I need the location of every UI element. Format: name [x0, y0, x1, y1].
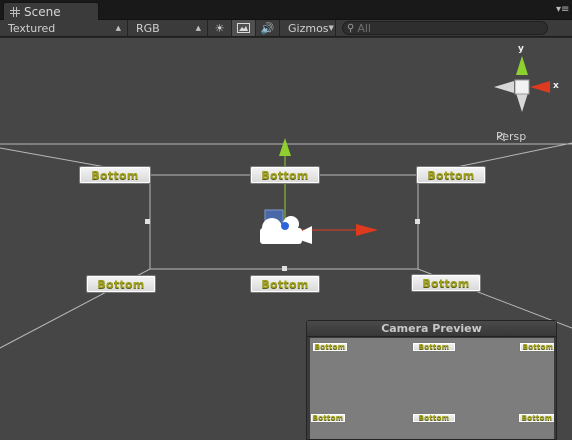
perspective-label[interactable]: Persp — [496, 130, 526, 143]
preview-bottom-label: Bottom — [519, 342, 554, 352]
y-axis-label: y — [518, 44, 524, 54]
search-input[interactable]: ⚲ All — [342, 21, 548, 35]
bottom-label[interactable]: Bottom — [416, 166, 486, 184]
render-mode-value: Textured — [8, 21, 56, 35]
tab-label: Scene — [24, 5, 61, 19]
scene-lighting-button[interactable]: ☀ — [208, 20, 232, 36]
bottom-label[interactable]: Bottom — [86, 275, 156, 293]
updown-arrows-icon: ▲ — [115, 24, 121, 32]
search-placeholder: All — [357, 21, 371, 35]
camera-preview-title: Camera Preview — [307, 321, 556, 337]
camera-icon[interactable] — [260, 216, 312, 244]
transform-gizmo[interactable] — [264, 138, 378, 236]
grid-icon — [10, 7, 20, 17]
tab-scene[interactable]: Scene — [3, 2, 99, 21]
bottom-label[interactable]: Bottom — [250, 275, 320, 293]
color-mode-dropdown[interactable]: RGB ▲ — [128, 20, 208, 36]
chevron-down-icon: ▼ — [328, 24, 334, 32]
bottom-label[interactable]: Bottom — [411, 274, 481, 292]
sun-icon: ☀ — [214, 21, 225, 35]
x-axis-label: x — [553, 81, 559, 91]
scene-toolbar: Textured ▲ RGB ▲ ☀ 🔊 Gizmos ▼ ⚲ All — [0, 20, 572, 37]
gizmos-label: Gizmos — [288, 21, 329, 35]
scene-viewport[interactable]: y x Persp Bottom Bottom Bottom Bottom Bo… — [0, 38, 572, 440]
scene-image-button[interactable] — [232, 20, 256, 36]
preview-bottom-label: Bottom — [310, 413, 346, 423]
updown-arrows-icon: ▲ — [195, 24, 201, 32]
preview-bottom-label: Bottom — [412, 413, 456, 423]
preview-bottom-label: Bottom — [518, 413, 554, 423]
render-mode-dropdown[interactable]: Textured ▲ — [0, 20, 128, 36]
bottom-label[interactable]: Bottom — [250, 166, 320, 184]
image-icon — [237, 23, 250, 33]
bottom-label[interactable]: Bottom — [79, 166, 151, 184]
color-mode-value: RGB — [136, 21, 160, 35]
camera-preview-view: Bottom Bottom Bottom Bottom Bottom Botto… — [310, 338, 554, 439]
panel-menu-icon[interactable]: ▾≡ — [556, 5, 569, 15]
preview-bottom-label: Bottom — [412, 342, 456, 352]
tab-bar: Scene ▾≡ — [0, 0, 572, 21]
search-icon: ⚲ — [347, 22, 355, 34]
camera-preview-panel: Camera Preview Bottom Bottom Bottom Bott… — [306, 320, 557, 440]
preview-bottom-label: Bottom — [312, 342, 348, 352]
speaker-icon: 🔊 — [260, 21, 275, 35]
scene-audio-button[interactable]: 🔊 — [256, 20, 280, 36]
orientation-gizmo[interactable] — [494, 56, 550, 142]
gizmos-dropdown[interactable]: Gizmos ▼ — [280, 20, 336, 36]
